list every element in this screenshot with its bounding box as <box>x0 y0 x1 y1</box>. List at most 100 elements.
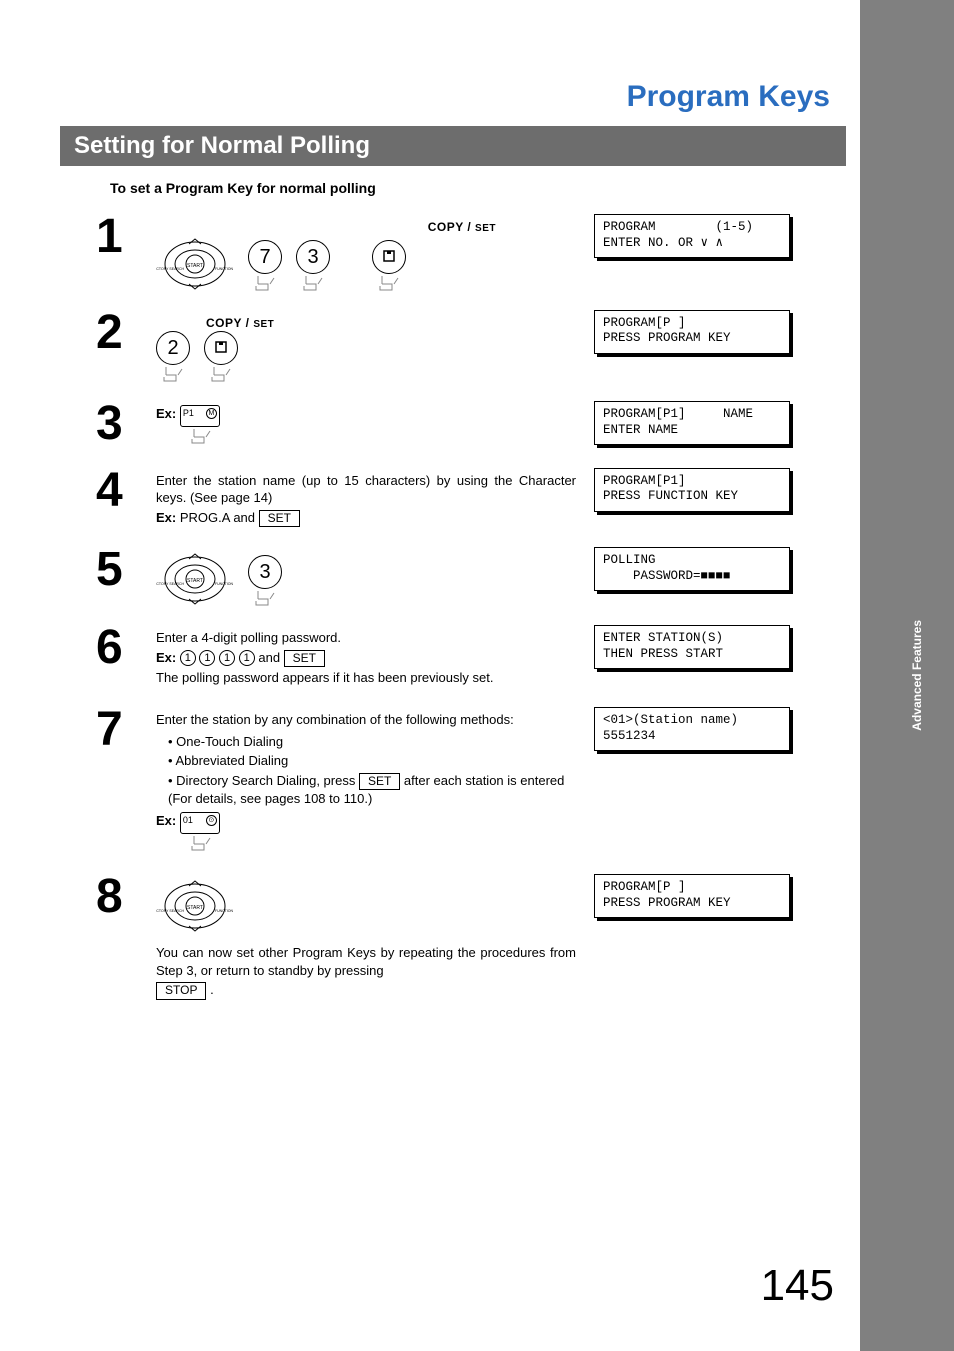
onetouch-key-corner: ⊙ <box>206 815 217 826</box>
press-icon <box>190 427 212 445</box>
method-item: Abbreviated Dialing <box>168 752 576 770</box>
press-icon <box>162 365 184 383</box>
digit-key-icon: 1 <box>219 650 235 666</box>
press-icon <box>254 589 276 607</box>
key-3: 3 <box>296 240 330 292</box>
press-icon <box>378 274 400 292</box>
step-body: Enter a 4-digit polling password. Ex: 1 … <box>156 625 586 689</box>
step-number: 2 <box>96 310 156 352</box>
key-row: STARTDIRECTORY SEARCH FUNCTION <box>156 878 576 934</box>
onetouch-key-icon: 01 ⊙ <box>180 812 220 834</box>
copy-set-label: COPY / SET <box>206 316 274 330</box>
key-7: 7 <box>248 240 282 292</box>
step-4: 4 Enter the station name (up to 15 chara… <box>96 468 860 530</box>
key-set <box>372 240 406 292</box>
method-list: One-Touch Dialing Abbreviated Dialing Di… <box>168 733 576 808</box>
lcd-display: PROGRAM[P ] PRESS PROGRAM KEY <box>594 310 790 354</box>
svg-text:START: START <box>187 578 203 584</box>
set-key-icon <box>204 331 238 365</box>
side-tab: Advanced Features <box>860 0 954 1351</box>
function-dial-icon: STARTDIRECTORY SEARCHFUNCTION <box>156 236 234 292</box>
step-note: The polling password appears if it has b… <box>156 669 576 687</box>
step-8: 8 STARTDIRECTORY SEARCH FUNCTION You can … <box>96 874 860 1002</box>
step-body: COPY / SET STARTDIRECTORY SEARCHFUNCTION… <box>156 214 586 292</box>
svg-text:START: START <box>187 263 203 269</box>
lcd-display: PROGRAM[P1] PRESS FUNCTION KEY <box>594 468 790 512</box>
svg-text:DIRECTORY SEARCH: DIRECTORY SEARCH <box>156 582 184 586</box>
set-button-label: SET <box>259 510 300 528</box>
section-heading: Setting for Normal Polling <box>60 126 846 166</box>
lcd-display: PROGRAM[P ] PRESS PROGRAM KEY <box>594 874 790 918</box>
example-line: Ex: 1 1 1 1 and SET <box>156 649 576 668</box>
step-5: 5 STARTDIRECTORY SEARCH FUNCTION 3 POLLIN… <box>96 547 860 607</box>
press-icon <box>302 274 324 292</box>
press-icon <box>254 274 276 292</box>
onetouch-key-label: 01 <box>183 815 193 825</box>
copy-set-label: COPY / SET <box>428 220 496 234</box>
step-number: 3 <box>96 401 156 443</box>
digit-key-icon: 3 <box>296 240 330 274</box>
step-text: Enter the station name (up to 15 charact… <box>156 472 576 507</box>
digit-key-icon: 2 <box>156 331 190 365</box>
step-2: 2 COPY / SET 2 <box>96 310 860 384</box>
set-button-label: SET <box>359 773 400 791</box>
page-number: 145 <box>761 1261 834 1311</box>
digit-key-icon: 1 <box>180 650 196 666</box>
key-row: 2 <box>156 331 576 383</box>
lcd-display: PROGRAM (1-5) ENTER NO. OR ∨ ∧ <box>594 214 790 258</box>
step-number: 5 <box>96 547 156 589</box>
stop-button-label: STOP <box>156 982 206 1000</box>
function-dial-icon: STARTDIRECTORY SEARCH FUNCTION <box>156 551 234 607</box>
step-3: 3 Ex: P1 M PROGRAM[P1] NAME ENTER NAME <box>96 401 860 450</box>
set-button-label: SET <box>284 650 325 668</box>
step-7: 7 Enter the station by any combination o… <box>96 707 860 856</box>
key-3: 3 <box>248 555 282 607</box>
lcd-display: <01>(Station name) 5551234 <box>594 707 790 751</box>
subheading: To set a Program Key for normal polling <box>110 180 860 196</box>
svg-text:DIRECTORY SEARCH: DIRECTORY SEARCH <box>156 909 184 913</box>
program-key-label: P1 <box>183 408 194 418</box>
lcd-display: PROGRAM[P1] NAME ENTER NAME <box>594 401 790 445</box>
set-key-icon <box>372 240 406 274</box>
step-number: 8 <box>96 874 156 916</box>
program-key-icon: P1 M <box>180 405 220 427</box>
method-item: Directory Search Dialing, press SET afte… <box>168 772 576 808</box>
example-line: Ex: PROG.A and SET <box>156 509 576 528</box>
lcd-display: POLLING PASSWORD=■■■■ <box>594 547 790 591</box>
digit-key-icon: 1 <box>199 650 215 666</box>
program-key-corner: M <box>206 408 217 419</box>
step-body: STARTDIRECTORY SEARCH FUNCTION You can no… <box>156 874 586 1002</box>
method-item: One-Touch Dialing <box>168 733 576 751</box>
step-text: Enter a 4-digit polling password. <box>156 629 576 647</box>
digit-key-icon: 1 <box>239 650 255 666</box>
steps-list: 1 COPY / SET STARTDIRECTORY SEARCHFUNCTI… <box>96 214 860 1002</box>
step-text: Enter the station by any combination of … <box>156 711 576 729</box>
step-6: 6 Enter a 4-digit polling password. Ex: … <box>96 625 860 689</box>
function-dial-icon: STARTDIRECTORY SEARCH FUNCTION <box>156 878 234 934</box>
step-body: Ex: P1 M <box>156 401 586 450</box>
digit-key-icon: 3 <box>248 555 282 589</box>
page-content: Program Keys Setting for Normal Polling … <box>0 0 860 1351</box>
svg-text:START: START <box>187 905 203 911</box>
step-body: Enter the station by any combination of … <box>156 707 586 856</box>
press-icon <box>190 834 212 852</box>
lcd-display: ENTER STATION(S) THEN PRESS START <box>594 625 790 669</box>
example-label: Ex: <box>156 813 176 828</box>
press-icon <box>210 365 232 383</box>
svg-text:DIRECTORY SEARCH: DIRECTORY SEARCH <box>156 267 184 271</box>
digit-key-icon: 7 <box>248 240 282 274</box>
method-details: (For details, see pages 108 to 110.) <box>168 791 372 806</box>
svg-text:FUNCTION: FUNCTION <box>215 909 234 913</box>
example-label: Ex: <box>156 406 176 421</box>
step-text: You can now set other Program Keys by re… <box>156 944 576 979</box>
key-row: STARTDIRECTORY SEARCH FUNCTION 3 <box>156 551 576 607</box>
page-title: Program Keys <box>0 0 860 126</box>
step-number: 1 <box>96 214 156 256</box>
step-number: 4 <box>96 468 156 510</box>
svg-text:FUNCTION: FUNCTION <box>215 582 234 586</box>
step-number: 7 <box>96 707 156 749</box>
step-number: 6 <box>96 625 156 667</box>
key-2: 2 <box>156 331 190 383</box>
step-body: Enter the station name (up to 15 charact… <box>156 468 586 530</box>
step-body: COPY / SET 2 <box>156 310 586 384</box>
